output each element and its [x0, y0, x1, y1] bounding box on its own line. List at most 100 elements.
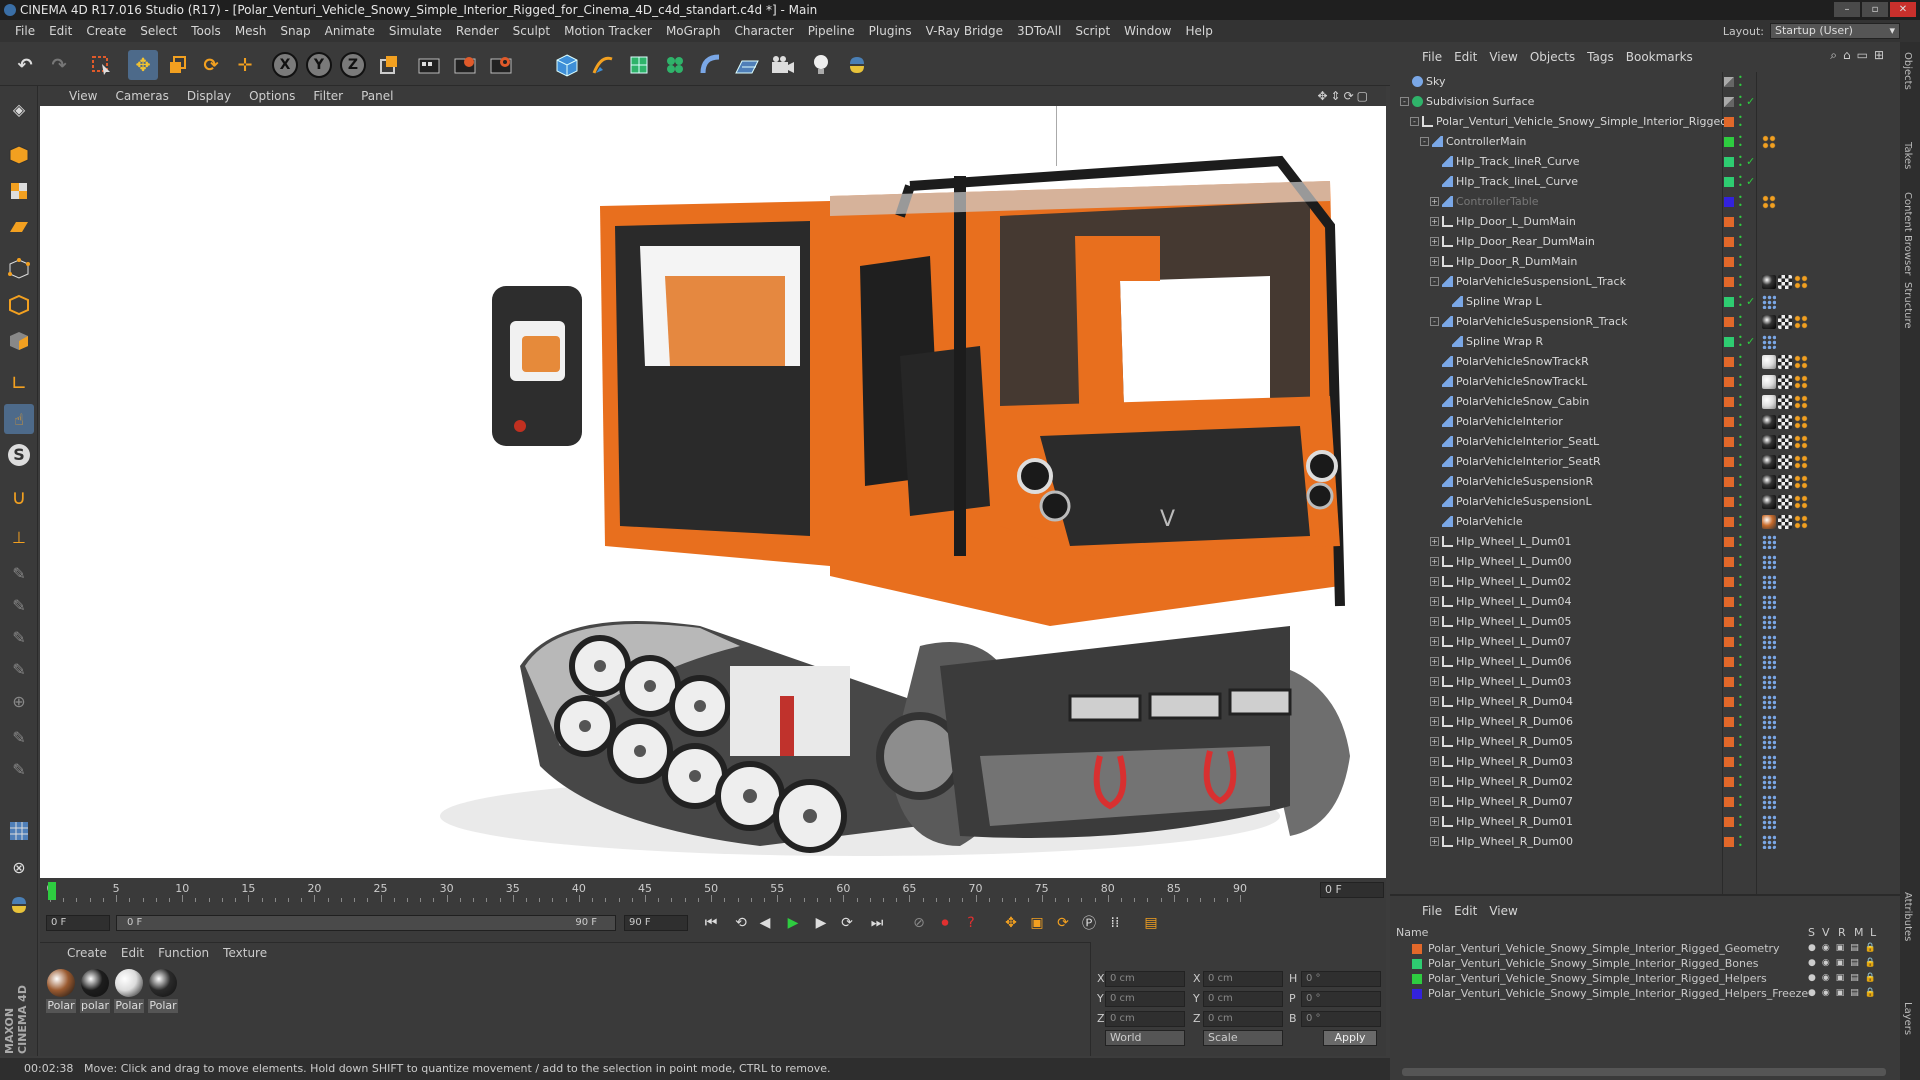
key-pla-icon[interactable]: ⁞⁞: [1104, 912, 1126, 934]
go-to-end-icon[interactable]: ⏭: [866, 912, 888, 934]
texture-mode-icon[interactable]: [4, 176, 34, 206]
layer-color-swatch[interactable]: [1724, 537, 1734, 547]
object-name[interactable]: Hlp_Track_lineR_Curve: [1456, 155, 1580, 168]
selection-tag-icon[interactable]: [1794, 315, 1808, 329]
object-menu-tags[interactable]: Tags: [1581, 50, 1620, 64]
record-disabled-icon[interactable]: ⊘: [908, 912, 930, 934]
selection-tag-icon[interactable]: [1762, 135, 1776, 149]
previous-key-icon[interactable]: ⟲: [730, 912, 752, 934]
maximize-button[interactable]: ▫: [1862, 2, 1888, 17]
sculpt-tool-4-icon[interactable]: ✎: [4, 654, 34, 684]
z-axis-lock-icon[interactable]: Z: [338, 50, 368, 80]
expand-toggle-icon[interactable]: +: [1430, 777, 1439, 786]
layer-color-swatch[interactable]: [1724, 457, 1734, 467]
selection-tag-icon[interactable]: [1794, 395, 1808, 409]
object-row[interactable]: - ControllerMain • •: [1390, 132, 1900, 152]
menu-plugins[interactable]: Plugins: [862, 24, 919, 38]
object-row[interactable]: Sky • •: [1390, 72, 1900, 92]
coordinate-mode-select[interactable]: World: [1105, 1030, 1185, 1046]
editor-render-visibility-icon[interactable]: • •: [1738, 594, 1743, 610]
object-row[interactable]: - PolarVehicleSuspensionL_Track • •: [1390, 272, 1900, 292]
uvw-tag-icon[interactable]: [1778, 455, 1792, 469]
object-name[interactable]: Spline Wrap R: [1466, 335, 1543, 348]
record-keys-icon[interactable]: ⏺: [934, 912, 956, 934]
render-view-icon[interactable]: [414, 50, 444, 80]
y-axis-lock-icon[interactable]: Y: [304, 50, 334, 80]
size-x-field[interactable]: 0 cm: [1203, 971, 1283, 987]
object-name[interactable]: PolarVehicleSnowTrackL: [1456, 375, 1587, 388]
side-tab-takes[interactable]: Takes: [1902, 142, 1913, 169]
layer-color-swatch[interactable]: [1724, 217, 1734, 227]
editor-render-visibility-icon[interactable]: • •: [1738, 734, 1743, 750]
editor-render-visibility-icon[interactable]: • •: [1738, 494, 1743, 510]
object-name[interactable]: PolarVehicleSuspensionR_Track: [1456, 315, 1627, 328]
layer-row[interactable]: Polar_Venturi_Vehicle_Snowy_Simple_Inter…: [1390, 972, 1890, 987]
editor-render-visibility-icon[interactable]: • •: [1738, 114, 1743, 130]
layer-color-swatch[interactable]: [1724, 237, 1734, 247]
enabled-check-icon[interactable]: ✓: [1746, 155, 1755, 168]
expand-toggle-icon[interactable]: +: [1430, 237, 1439, 246]
menu-render[interactable]: Render: [449, 24, 506, 38]
layer-flags-icon[interactable]: ●◉▣▤🔒: [1808, 973, 1882, 983]
object-name[interactable]: Hlp_Wheel_L_Dum03: [1456, 675, 1572, 688]
menu-select[interactable]: Select: [133, 24, 184, 38]
sculpt-tool-7-icon[interactable]: ✎: [4, 754, 34, 784]
object-row[interactable]: + Hlp_Wheel_L_Dum05 • •: [1390, 612, 1900, 632]
size-mode-select[interactable]: Scale: [1203, 1030, 1283, 1046]
uvw-tag-icon[interactable]: [1778, 275, 1792, 289]
object-row[interactable]: PolarVehicleInterior_SeatR • •: [1390, 452, 1900, 472]
object-row[interactable]: + Hlp_Wheel_L_Dum03 • •: [1390, 672, 1900, 692]
side-tab-layers[interactable]: Layers: [1902, 1002, 1913, 1035]
points-mode-icon[interactable]: [4, 254, 34, 284]
object-menu-objects[interactable]: Objects: [1524, 50, 1581, 64]
layer-color-swatch[interactable]: [1724, 197, 1734, 207]
editor-render-visibility-icon[interactable]: • •: [1738, 554, 1743, 570]
object-row[interactable]: PolarVehicleInterior_SeatL • •: [1390, 432, 1900, 452]
selection-tag-icon[interactable]: [1794, 455, 1808, 469]
object-row[interactable]: Hlp_Track_lineL_Curve • • ✓: [1390, 172, 1900, 192]
autokey-icon[interactable]: ?: [960, 912, 982, 934]
layer-color-swatch[interactable]: [1724, 717, 1734, 727]
layer-color-swatch[interactable]: [1724, 557, 1734, 567]
layer-color-swatch[interactable]: [1724, 797, 1734, 807]
expand-toggle-icon[interactable]: +: [1430, 197, 1439, 206]
object-row[interactable]: + Hlp_Door_Rear_DumMain • •: [1390, 232, 1900, 252]
quantize-icon[interactable]: ⊗: [4, 852, 34, 882]
layer-flags-icon[interactable]: ●◉▣▤🔒: [1808, 958, 1882, 968]
material-tag-icon[interactable]: [1762, 355, 1776, 369]
grid-lock-icon[interactable]: [4, 816, 34, 846]
selection-tag-icon[interactable]: [1794, 515, 1808, 529]
object-name[interactable]: Spline Wrap L: [1466, 295, 1542, 308]
render-settings-icon[interactable]: [486, 50, 516, 80]
editor-render-visibility-icon[interactable]: • •: [1738, 354, 1743, 370]
object-name[interactable]: Hlp_Wheel_L_Dum07: [1456, 635, 1572, 648]
menu-sculpt[interactable]: Sculpt: [506, 24, 557, 38]
axis-mode-icon[interactable]: ∟: [4, 368, 34, 398]
editor-render-visibility-icon[interactable]: • •: [1738, 174, 1743, 190]
next-key-icon[interactable]: ⟳: [836, 912, 858, 934]
layer-color-swatch[interactable]: [1724, 357, 1734, 367]
object-name[interactable]: PolarVehicleSuspensionR: [1456, 475, 1593, 488]
menu-help[interactable]: Help: [1178, 24, 1219, 38]
key-rotation-icon[interactable]: ⟳: [1052, 912, 1074, 934]
editor-render-visibility-icon[interactable]: • •: [1738, 774, 1743, 790]
layer-color-swatch[interactable]: [1724, 337, 1734, 347]
perspective-viewport[interactable]: V: [40, 106, 1386, 878]
undo-icon[interactable]: ↶: [10, 50, 40, 80]
object-name[interactable]: Hlp_Wheel_L_Dum02: [1456, 575, 1572, 588]
object-row[interactable]: + Hlp_Wheel_R_Dum04 • •: [1390, 692, 1900, 712]
editor-render-visibility-icon[interactable]: • •: [1738, 694, 1743, 710]
layer-color-swatch[interactable]: [1724, 777, 1734, 787]
editor-render-visibility-icon[interactable]: • •: [1738, 374, 1743, 390]
object-name[interactable]: PolarVehicleInterior: [1456, 415, 1563, 428]
object-row[interactable]: + Hlp_Wheel_R_Dum06 • •: [1390, 712, 1900, 732]
object-row[interactable]: + Hlp_Wheel_R_Dum01 • •: [1390, 812, 1900, 832]
menu-character[interactable]: Character: [727, 24, 800, 38]
cloner-icon[interactable]: [660, 50, 690, 80]
object-name[interactable]: Sky: [1426, 75, 1445, 88]
editor-render-visibility-icon[interactable]: • •: [1738, 154, 1743, 170]
layer-flags-icon[interactable]: ●◉▣▤🔒: [1808, 988, 1882, 998]
python-script-icon[interactable]: [4, 890, 34, 920]
editor-render-visibility-icon[interactable]: • •: [1738, 754, 1743, 770]
object-row[interactable]: + Hlp_Wheel_R_Dum02 • •: [1390, 772, 1900, 792]
